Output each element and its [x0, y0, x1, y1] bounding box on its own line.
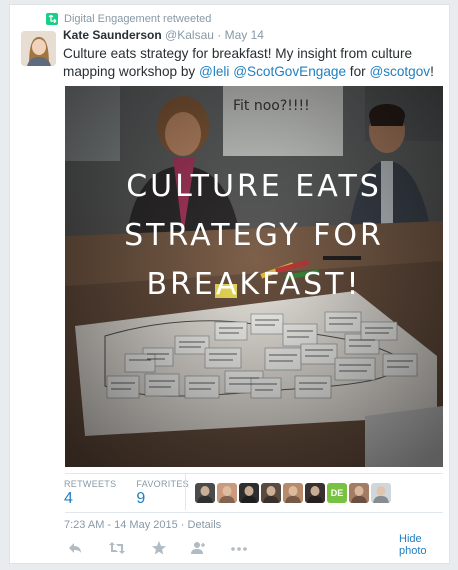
mention-scotgov[interactable]: @scotgov — [369, 64, 430, 79]
reply-icon[interactable] — [68, 541, 84, 557]
follow-user-icon[interactable] — [190, 541, 206, 557]
favorites-stat[interactable]: FAVORITES 9 — [136, 479, 189, 508]
retweet-context[interactable]: Digital Engagement retweeted — [46, 13, 211, 25]
liker-3-avatar[interactable] — [239, 483, 259, 503]
tweet-date[interactable]: May 14 — [225, 28, 264, 42]
overlay-line-2: STRATEGY FOR — [124, 218, 384, 253]
handwritten-caption: Fit noo?!!!! — [233, 98, 310, 114]
tweet-timestamp[interactable]: 7:23 AM - 14 May 2015 · Details — [64, 519, 221, 531]
liker-7-avatar[interactable]: DE — [327, 483, 347, 503]
liker-5-avatar[interactable] — [283, 483, 303, 503]
tweet-card: Digital Engagement retweeted Kate Saunde… — [9, 4, 450, 564]
liker-9-avatar[interactable] — [371, 483, 391, 503]
dot-separator: · — [217, 28, 222, 42]
favorite-star-icon[interactable] — [152, 541, 168, 557]
overlay-line-3: BREAKFAST! — [147, 267, 362, 302]
retweet-context-text: Digital Engagement retweeted — [64, 13, 212, 25]
tweet-header: Kate Saunderson @Kalsau · May 14 — [63, 28, 264, 42]
liker-4-avatar[interactable] — [261, 483, 281, 503]
favorites-count: 9 — [136, 490, 146, 507]
tweet-text-part: ! — [430, 64, 434, 79]
liker-8-avatar[interactable] — [349, 483, 369, 503]
retweets-count: 4 — [64, 490, 73, 507]
mention-leli[interactable]: @leli — [199, 64, 229, 79]
tweet-text-part: for — [346, 64, 370, 79]
overlay-line-1: CULTURE EATS — [126, 169, 382, 204]
retweet-action-icon[interactable] — [109, 541, 125, 557]
favorites-label: FAVORITES — [136, 479, 189, 489]
tweet-actions — [64, 541, 444, 559]
liker-6-avatar[interactable] — [305, 483, 325, 503]
tweet-text: Culture eats strategy for breakfast! My … — [63, 45, 443, 81]
liker-1-avatar[interactable] — [195, 483, 215, 503]
liker-2-avatar[interactable] — [217, 483, 237, 503]
stats-divider — [185, 474, 186, 510]
liker-avatars: DE — [195, 483, 391, 503]
divider — [65, 473, 443, 474]
more-options-icon[interactable] — [230, 541, 248, 557]
tweet-stats: RETWEETS 4 FAVORITES 9 — [64, 479, 189, 508]
author-handle[interactable]: @Kalsau — [165, 28, 214, 42]
author-avatar[interactable] — [21, 31, 56, 66]
divider — [65, 512, 443, 513]
retweets-stat[interactable]: RETWEETS 4 — [64, 479, 116, 508]
retweet-icon — [46, 13, 58, 25]
retweets-label: RETWEETS — [64, 479, 117, 489]
author-fullname[interactable]: Kate Saunderson — [63, 28, 162, 42]
mention-scotgovengage[interactable]: @ScotGovEngage — [233, 64, 346, 79]
tweet-photo[interactable]: CULTURE EATS STRATEGY FOR BREAKFAST! Fit… — [65, 86, 443, 467]
liker-initials: DE — [330, 488, 344, 498]
